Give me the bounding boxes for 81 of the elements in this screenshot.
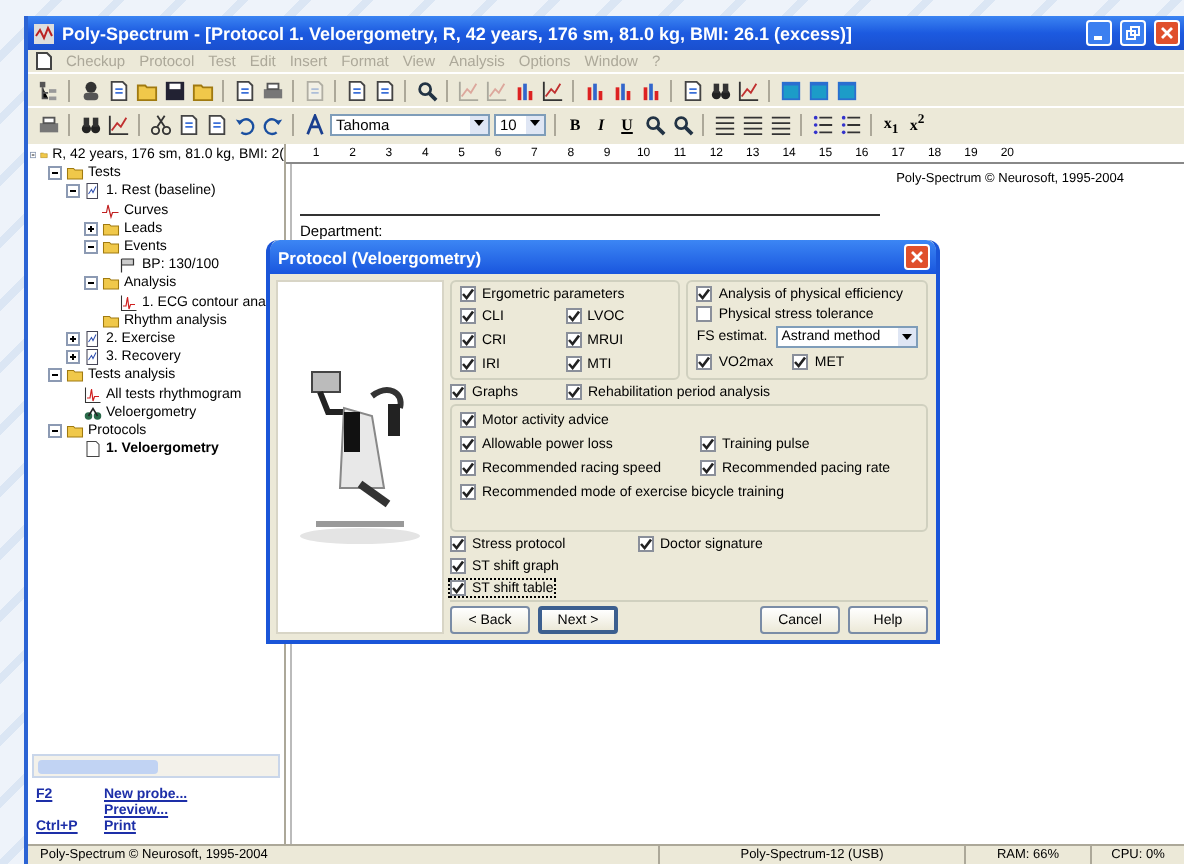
minimize-button[interactable] (1086, 20, 1112, 46)
format-button[interactable]: I (590, 113, 612, 135)
dropdown-arrow-icon (902, 333, 912, 341)
dialog-title: Protocol (Veloergometry) (278, 247, 484, 267)
checkmark-icon (640, 538, 652, 550)
document-icon (84, 182, 102, 201)
document-icon (84, 440, 102, 459)
align-icon[interactable] (740, 112, 764, 136)
binoculars-icon[interactable] (708, 78, 732, 102)
window-title: Poly-Spectrum - [Protocol 1. Veloergometry, R, 42 years, 176 sm, 81.0 kg, BMI: 26.1 (excess)] (62, 23, 854, 43)
checkmark-icon (698, 356, 711, 368)
document-icon (84, 329, 102, 348)
folder-icon (66, 366, 84, 385)
horizontal-scrollbar[interactable] (32, 754, 280, 778)
ecg-icon (120, 293, 138, 312)
dropdown-arrow-icon (530, 120, 540, 128)
close-button[interactable] (1154, 20, 1180, 46)
folder-icon (66, 421, 84, 440)
bar-chart-icon[interactable] (512, 78, 536, 102)
window-icon[interactable] (778, 78, 802, 102)
binoculars-icon[interactable] (78, 112, 102, 136)
expand-icon[interactable] (84, 221, 98, 236)
app-icon (34, 23, 54, 43)
format-button[interactable]: U (616, 113, 638, 135)
magnifier-icon[interactable] (414, 78, 438, 102)
restore-button[interactable] (1120, 20, 1146, 46)
checkmark-icon (794, 356, 807, 368)
waveform-icon (102, 201, 120, 220)
person-icon[interactable] (78, 78, 102, 102)
close-icon (910, 250, 924, 264)
collapse-icon[interactable] (48, 423, 62, 438)
bar-chart-icon[interactable] (610, 78, 634, 102)
printer-icon[interactable] (260, 78, 284, 102)
document-icon[interactable] (372, 78, 396, 102)
magnifier-icon[interactable] (670, 112, 694, 136)
checkmark-icon (698, 288, 711, 300)
script-button[interactable]: x$^{2}$ (906, 113, 928, 135)
save-icon[interactable] (162, 78, 186, 102)
expand-icon[interactable] (66, 331, 80, 346)
document-icon[interactable] (680, 78, 704, 102)
bar-chart-icon[interactable] (638, 78, 662, 102)
line-chart-icon[interactable] (540, 78, 564, 102)
event-icon (120, 256, 138, 275)
list-icon[interactable] (810, 112, 834, 136)
close-icon (1160, 26, 1174, 40)
collapse-icon[interactable] (66, 184, 80, 199)
redo-icon[interactable] (260, 112, 284, 136)
collapse-icon[interactable] (84, 240, 98, 255)
script-button[interactable]: x$_{1}$ (880, 113, 902, 135)
align-icon[interactable] (768, 112, 792, 136)
document-icon[interactable] (232, 78, 256, 102)
dropdown-arrow-icon (474, 120, 484, 128)
format-button[interactable]: B (564, 113, 586, 135)
document-icon[interactable] (344, 78, 368, 102)
bicycle-icon (84, 403, 102, 422)
restore-icon (1126, 26, 1140, 40)
checkmark-icon (568, 386, 580, 398)
undo-icon[interactable] (232, 112, 256, 136)
close-button[interactable] (904, 244, 930, 270)
collapse-icon[interactable] (84, 276, 98, 291)
document-icon[interactable] (176, 112, 200, 136)
line-chart-icon[interactable] (736, 78, 760, 102)
tree-icon[interactable] (36, 78, 60, 102)
window-icon[interactable] (806, 78, 830, 102)
document-icon (84, 348, 102, 367)
printer-icon[interactable] (36, 112, 60, 136)
window-icon[interactable] (834, 78, 858, 102)
magnifier-icon[interactable] (642, 112, 666, 136)
line-chart-icon[interactable] (106, 112, 130, 136)
bar-chart-icon[interactable] (582, 78, 606, 102)
expand-icon[interactable] (66, 350, 80, 365)
font-icon[interactable] (302, 112, 326, 136)
scissors-icon[interactable] (148, 112, 172, 136)
ecg-icon (84, 385, 102, 404)
document-icon[interactable] (106, 78, 130, 102)
collapse-icon[interactable] (48, 368, 62, 383)
list-icon[interactable] (838, 112, 862, 136)
collapse-icon[interactable] (48, 166, 62, 181)
document-icon[interactable] (204, 112, 228, 136)
checkmark-icon (452, 386, 464, 398)
align-icon[interactable] (712, 112, 736, 136)
